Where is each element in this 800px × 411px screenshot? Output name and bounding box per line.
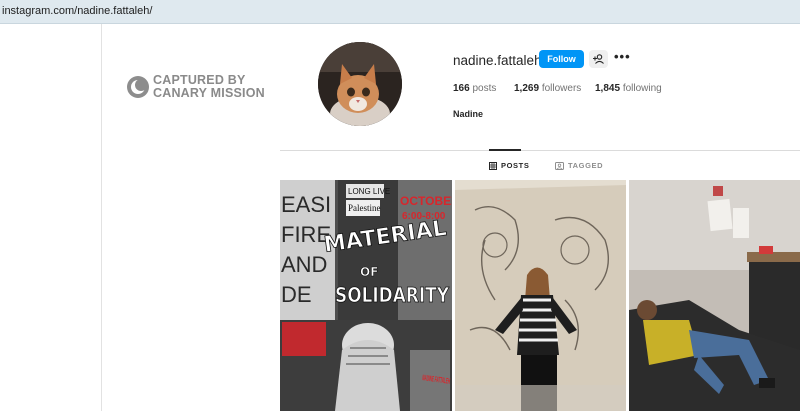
following-stat[interactable]: 1,845 following bbox=[595, 83, 662, 94]
tab-tagged[interactable]: TAGGED bbox=[555, 161, 603, 170]
studio-photo-image bbox=[629, 180, 800, 411]
suggested-accounts-button[interactable] bbox=[589, 50, 608, 68]
bg-letters-1: EASI bbox=[281, 192, 331, 217]
url-text: instagram.com/nadine.fattaleh/ bbox=[2, 5, 153, 17]
left-divider bbox=[101, 24, 102, 411]
bg-letters-4: DE bbox=[281, 282, 312, 307]
more-options-button[interactable]: ••• bbox=[614, 50, 630, 64]
watermark-line2: CANARY MISSION bbox=[153, 86, 265, 100]
browser-url-bar[interactable]: instagram.com/nadine.fattaleh/ bbox=[0, 0, 800, 24]
profile-full-name: Nadine bbox=[453, 109, 484, 119]
tab-posts[interactable]: POSTS bbox=[489, 161, 529, 170]
grid-icon bbox=[489, 161, 497, 170]
tabs-divider bbox=[280, 150, 800, 151]
poster-date-line1: OCTOBER bbox=[400, 194, 452, 208]
profile-username: nadine.fattaleh bbox=[453, 53, 542, 68]
cat-photo-icon bbox=[318, 42, 402, 126]
active-tab-indicator bbox=[489, 149, 521, 151]
sign-long-live: LONG LIVE bbox=[348, 187, 390, 196]
mural-photo-image bbox=[455, 180, 626, 411]
sign-palestine: Palestine bbox=[348, 203, 381, 213]
followers-count: 1,269 bbox=[514, 83, 540, 94]
add-person-icon bbox=[593, 54, 604, 64]
posts-stat[interactable]: 166 posts bbox=[453, 83, 496, 94]
following-label: following bbox=[622, 83, 662, 94]
following-count: 1,845 bbox=[595, 83, 621, 94]
tab-posts-label: POSTS bbox=[501, 161, 530, 170]
posts-label: posts bbox=[472, 83, 497, 94]
poster-title-line3: SOLIDARITY bbox=[335, 283, 449, 307]
tagged-icon bbox=[555, 161, 564, 170]
solidarity-poster-image: EASI FIRE AND DE LONG LIVE Palestine OCT… bbox=[280, 180, 452, 411]
followers-stat[interactable]: 1,269 followers bbox=[514, 83, 581, 94]
post-thumbnail-3[interactable] bbox=[629, 180, 800, 411]
profile-avatar[interactable] bbox=[318, 42, 402, 126]
canary-mission-watermark: CAPTURED BY CANARY MISSION bbox=[127, 74, 265, 100]
post-thumbnail-1[interactable]: EASI FIRE AND DE LONG LIVE Palestine OCT… bbox=[280, 180, 452, 411]
post-thumbnail-2[interactable] bbox=[455, 180, 626, 411]
follow-button[interactable]: Follow bbox=[539, 50, 584, 68]
posts-count: 166 bbox=[453, 83, 470, 94]
tab-tagged-label: TAGGED bbox=[568, 161, 604, 170]
bg-letters-3: AND bbox=[281, 252, 327, 277]
poster-title-line2: OF bbox=[360, 265, 378, 279]
canary-logo-icon bbox=[127, 76, 149, 98]
followers-label: followers bbox=[541, 83, 582, 94]
